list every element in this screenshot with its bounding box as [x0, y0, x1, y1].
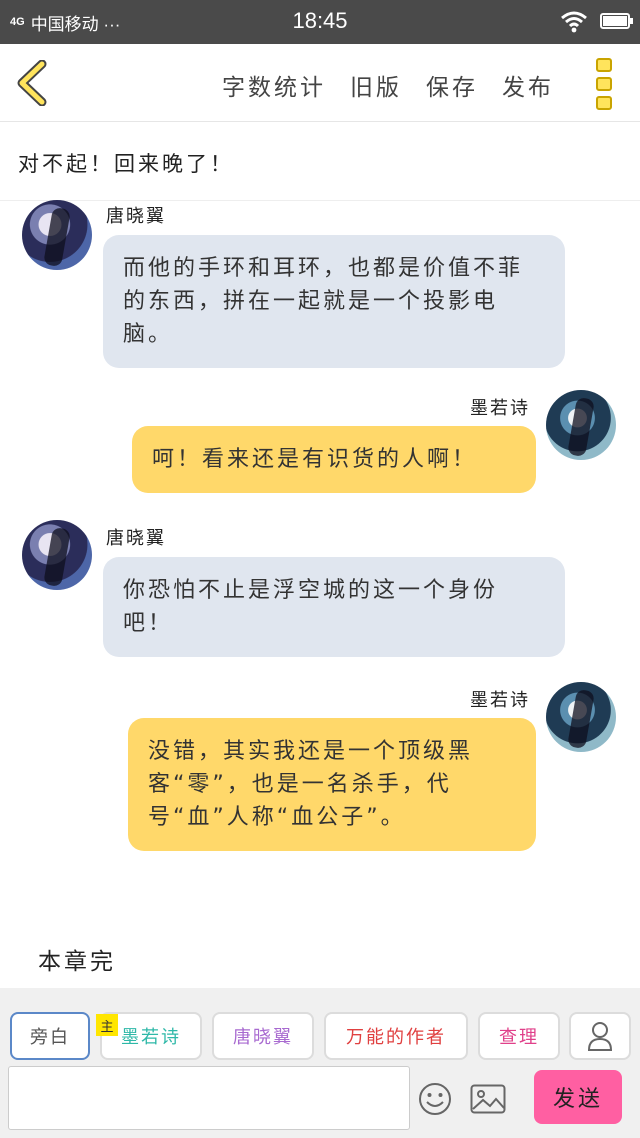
chapter-end-label: 本章完	[38, 949, 116, 975]
avatar[interactable]	[546, 682, 616, 752]
role-button-charlie[interactable]: 查理	[478, 1012, 560, 1060]
avatar[interactable]	[546, 390, 616, 460]
role-label: 万能的作者	[346, 1027, 446, 1048]
role-label: 查理	[499, 1027, 539, 1048]
old-version-button[interactable]: 旧版	[350, 68, 402, 102]
message-bubble[interactable]: 而他的手环和耳环，也都是价值不菲的东西，拼在一起就是一个投影电脑。	[103, 235, 565, 368]
message-bubble[interactable]: 呵！看来还是有识货的人啊！	[132, 426, 536, 493]
save-button[interactable]: 保存	[426, 68, 478, 102]
speaker-name: 唐晓翼	[106, 528, 166, 549]
avatar[interactable]	[22, 520, 92, 590]
avatar[interactable]	[22, 200, 92, 270]
user-icon	[587, 1022, 613, 1051]
status-bar: 4G 中国移动 ··· 18:45	[0, 0, 640, 44]
role-label: 唐晓翼	[233, 1027, 293, 1048]
image-icon[interactable]	[470, 1084, 506, 1114]
role-button-tang-xiaoyi[interactable]: 唐晓翼	[212, 1012, 314, 1060]
send-button[interactable]: 发送	[534, 1070, 622, 1124]
message-bubble[interactable]: 你恐怕不止是浮空城的这一个身份吧！	[103, 557, 565, 657]
speaker-name: 唐晓翼	[106, 206, 166, 227]
publish-button[interactable]: 发布	[502, 68, 554, 102]
role-button-narrator[interactable]: 旁白	[10, 1012, 90, 1060]
message-input[interactable]	[8, 1066, 410, 1130]
role-button-author[interactable]: 万能的作者	[324, 1012, 468, 1060]
speaker-name: 墨若诗	[470, 690, 530, 711]
more-vertical-icon[interactable]	[596, 58, 614, 110]
speaker-name: 墨若诗	[470, 398, 530, 419]
message-bubble[interactable]: 没错，其实我还是一个顶级黑客“零”，也是一名杀手，代号“血”人称“血公子”。	[128, 718, 536, 851]
main-role-badge: 主	[96, 1014, 118, 1036]
wifi-icon	[561, 11, 587, 33]
back-button[interactable]	[14, 59, 54, 107]
top-nav-bar: 字数统计 旧版 保存 发布	[0, 44, 640, 122]
chevron-left-icon	[17, 59, 47, 107]
add-role-button[interactable]	[569, 1012, 631, 1060]
divider	[0, 200, 640, 201]
emoji-icon[interactable]	[418, 1082, 452, 1116]
word-count-button[interactable]: 字数统计	[222, 68, 326, 102]
clock: 18:45	[292, 8, 348, 33]
battery-icon	[600, 13, 633, 29]
role-label: 旁白	[30, 1027, 70, 1048]
chapter-title[interactable]: 对不起！回来晚了！	[18, 148, 234, 178]
role-label: 墨若诗	[121, 1027, 181, 1048]
top-menu: 字数统计 旧版 保存 发布	[222, 68, 554, 102]
